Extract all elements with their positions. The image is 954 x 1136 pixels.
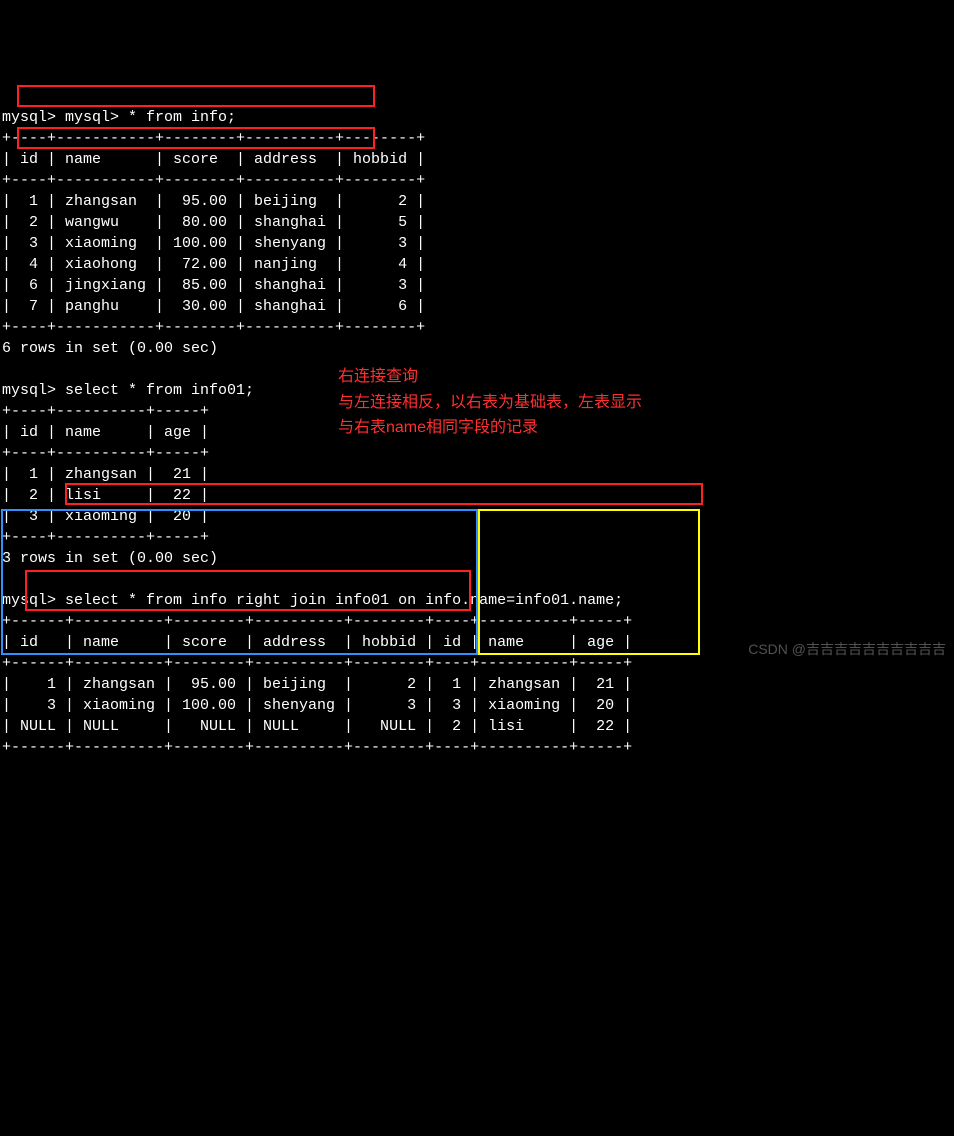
- info-row-5: | 6 | jingxiang | 85.00 | shanghai | 3 |: [2, 277, 425, 294]
- info01-footer: 3 rows in set (0.00 sec): [2, 550, 218, 567]
- info01-row-3: | 3 | xiaoming | 20 |: [2, 508, 209, 525]
- csdn-watermark: CSDN @吉吉吉吉吉吉吉吉吉吉: [748, 640, 946, 660]
- info-row-2: | 2 | wangwu | 80.00 | shanghai | 5 |: [2, 214, 425, 231]
- info-row-4: | 4 | xiaohong | 72.00 | nanjing | 4 |: [2, 256, 425, 273]
- info01-border-top: +----+----------+-----+: [2, 403, 209, 420]
- info-border-top: +----+-----------+--------+----------+--…: [2, 130, 425, 147]
- mysql-prompt-3-prefix: mysql>: [2, 592, 65, 609]
- join-row-1: | 1 | zhangsan | 95.00 | beijing | 2 | 1…: [2, 676, 632, 693]
- join-row-3: | NULL | NULL | NULL | NULL | NULL | 2 |…: [2, 718, 632, 735]
- info01-border-mid: +----+----------+-----+: [2, 445, 209, 462]
- mysql-prompt-2: mysql> select * from info01;: [2, 382, 254, 399]
- join-border-bot: +------+----------+--------+----------+-…: [2, 739, 632, 756]
- mysql-query-3: select * from info right join info01 on …: [65, 592, 623, 609]
- info01-border-bot: +----+----------+-----+: [2, 529, 209, 546]
- join-row-2: | 3 | xiaoming | 100.00 | shenyang | 3 |…: [2, 697, 632, 714]
- join-border-mid: +------+----------+--------+----------+-…: [2, 655, 632, 672]
- mysql-prompt-1: mysql> mysql> * from info;: [2, 109, 236, 126]
- join-header: | id | name | score | address | hobbid |…: [2, 634, 632, 651]
- info01-row-1: | 1 | zhangsan | 21 |: [2, 466, 209, 483]
- info-footer: 6 rows in set (0.00 sec): [2, 340, 218, 357]
- annotation-line-2: 与左连接相反，以右表为基础表，左表显示: [338, 394, 642, 411]
- info-row-1: | 1 | zhangsan | 95.00 | beijing | 2 |: [2, 193, 425, 210]
- annotation-line-1: 右连接查询: [338, 368, 418, 385]
- annotation-line-3: 与右表name相同字段的记录: [338, 419, 538, 436]
- join-border-top: +------+----------+--------+----------+-…: [2, 613, 632, 630]
- annotation-right-join: 右连接查询 与左连接相反，以右表为基础表，左表显示 与右表name相同字段的记录: [338, 364, 642, 441]
- info-border-mid: +----+-----------+--------+----------+--…: [2, 172, 425, 189]
- info-header: | id | name | score | address | hobbid |: [2, 151, 425, 168]
- info01-row-2: | 2 | lisi | 22 |: [2, 487, 209, 504]
- info-row-3: | 3 | xiaoming | 100.00 | shenyang | 3 |: [2, 235, 425, 252]
- info-row-6: | 7 | panghu | 30.00 | shanghai | 6 |: [2, 298, 425, 315]
- info-border-bot: +----+-----------+--------+----------+--…: [2, 319, 425, 336]
- info01-header: | id | name | age |: [2, 424, 209, 441]
